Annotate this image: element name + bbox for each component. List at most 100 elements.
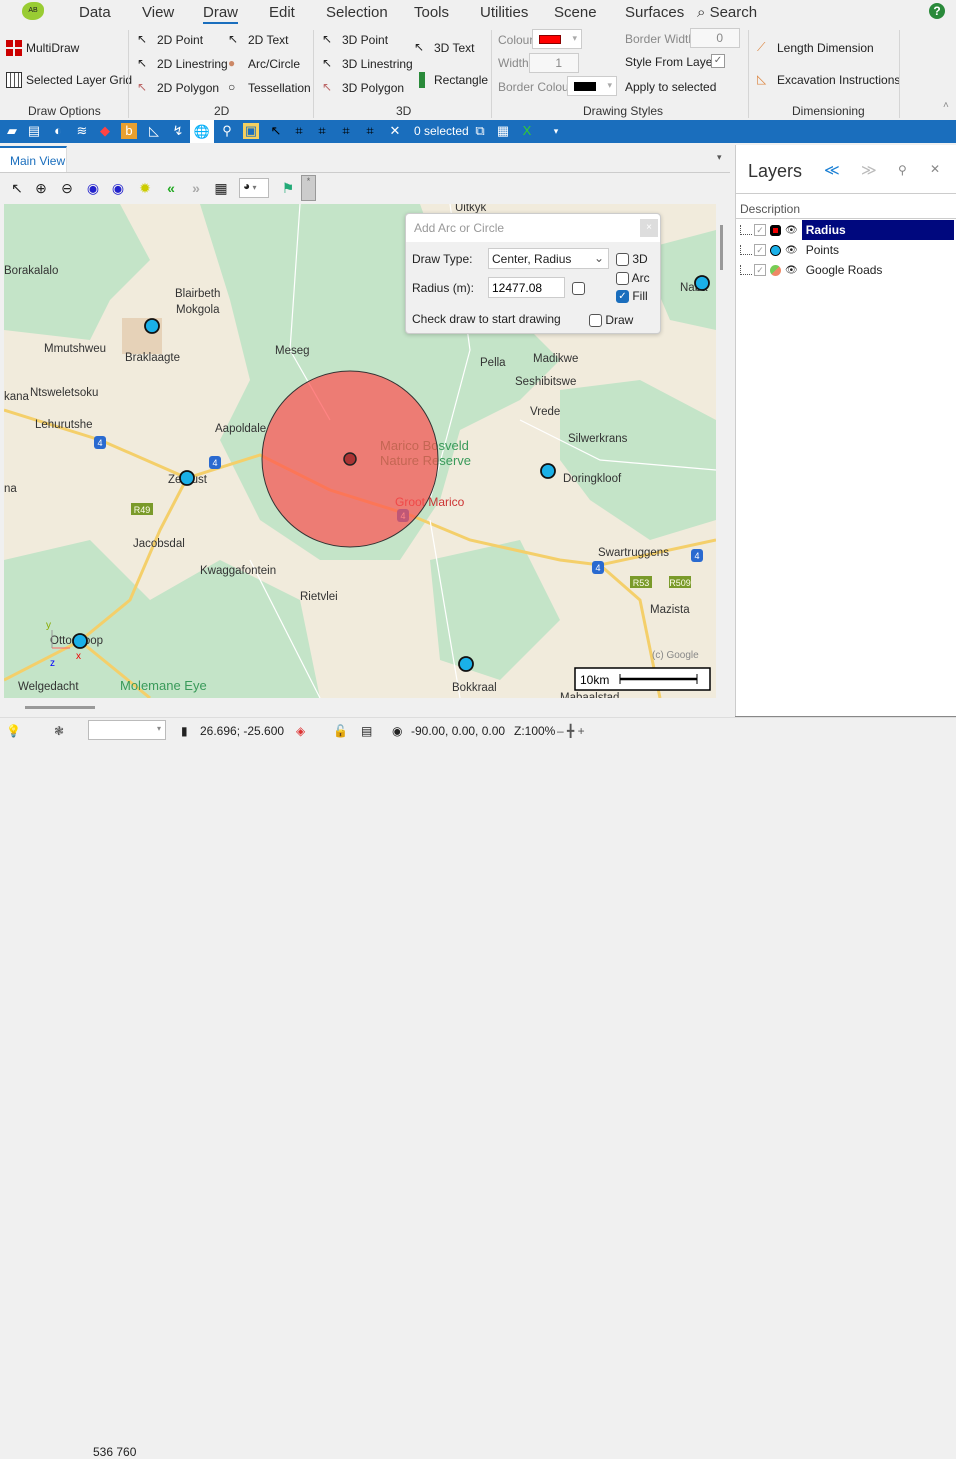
next-extent-icon[interactable]: » [188, 180, 204, 196]
menu-data[interactable]: Data [79, 4, 111, 21]
length-dimension-button[interactable]: ⟋ Length Dimension [757, 40, 874, 56]
3d-text-button[interactable]: ↖ 3D Text [414, 40, 474, 56]
eye-icon[interactable]: 👁 [785, 245, 798, 256]
draw-checkbox[interactable]: Draw [589, 313, 633, 328]
fill-checkbox[interactable]: ✓ Fill [616, 289, 648, 304]
select-circle-icon[interactable]: ⌗ [314, 123, 330, 139]
menu-selection[interactable]: Selection [326, 4, 388, 21]
palette-icon[interactable]: ◐ [50, 123, 66, 139]
previous-extent-icon[interactable]: « [163, 180, 179, 196]
layer-visible-checkbox[interactable]: ✓ [754, 264, 766, 276]
select-rectangle-icon[interactable]: ⌗ [291, 123, 307, 139]
excavation-instructions-button[interactable]: ◺ Excavation Instructions [757, 72, 900, 88]
menu-draw[interactable]: Draw [203, 4, 239, 24]
deselect-icon[interactable]: ⌗ [362, 123, 378, 139]
lightbulb-icon[interactable]: 💡 [6, 724, 21, 738]
map-point[interactable] [540, 463, 556, 479]
border-colour-picker[interactable]: ▾ [567, 76, 617, 96]
map-point[interactable] [179, 470, 195, 486]
layer-item[interactable]: ✓ 👁 Points [738, 240, 954, 260]
layer-item[interactable]: ✓ 👁 Google Roads [738, 260, 954, 280]
3d-checkbox[interactable]: 3D [616, 252, 648, 267]
settings-gear-icon[interactable]: ✹ [137, 180, 153, 196]
zoom-in-icon[interactable]: ⊕ [33, 180, 49, 196]
measure-angle-icon[interactable]: ◺ [146, 123, 162, 139]
menu-surfaces[interactable]: Surfaces [625, 4, 684, 21]
unlock-icon[interactable]: 🔓 [333, 724, 348, 738]
2d-polygon-button[interactable]: ↖ 2D Polygon [137, 80, 219, 96]
close-panel-icon[interactable]: ✕ [930, 162, 940, 176]
selected-layer-grid-button[interactable]: Selected Layer Grid [6, 72, 132, 88]
apply-to-selected-button[interactable]: Apply to selected [625, 80, 716, 94]
pinecone-icon[interactable]: ❃ [54, 724, 64, 738]
report-icon[interactable]: ▤ [26, 123, 42, 139]
layer-item[interactable]: ✓ 👁 Radius [738, 220, 954, 240]
layer-visible-checkbox[interactable]: ✓ [754, 224, 766, 236]
toolbar-overflow-icon[interactable]: ▾ [548, 123, 564, 139]
pin-icon[interactable]: ⚲ [898, 163, 907, 177]
rectangle-button[interactable]: Rectangle [414, 72, 488, 88]
globe-full-icon[interactable]: ◉ [110, 180, 126, 196]
search-button[interactable]: ⌕ Search [697, 4, 757, 21]
map-point[interactable] [458, 656, 474, 672]
border-width-spinner[interactable]: 0 [690, 28, 740, 48]
globe-extent-icon[interactable]: ◉ [85, 180, 101, 196]
collapse-left-icon[interactable]: ≪ [824, 161, 840, 179]
globe-icon[interactable]: 🌐 [190, 120, 214, 143]
attribute-table-icon[interactable]: ▦ [495, 123, 511, 139]
clear-selection-icon[interactable]: ✕ [387, 123, 403, 139]
arc-checkbox[interactable]: Arc [616, 271, 650, 286]
select-point-icon[interactable]: ↖ [268, 123, 284, 139]
layers-icon[interactable]: ≋ [74, 123, 90, 139]
circle-center-point[interactable] [343, 452, 357, 466]
3d-linestring-button[interactable]: ↖ 3D Linestring [322, 56, 413, 72]
frame-icon[interactable]: ▣ [243, 123, 259, 139]
map-vertical-scrollbar[interactable] [720, 225, 723, 270]
zoom-to-selection-icon[interactable]: ⧉ [472, 123, 488, 139]
multidraw-button[interactable]: MultiDraw [6, 40, 79, 56]
2d-point-button[interactable]: ↖ 2D Point [137, 32, 203, 48]
menu-view[interactable]: View [142, 4, 174, 21]
map-point[interactable] [694, 275, 710, 291]
help-button[interactable]: ? [929, 3, 945, 19]
select-polygon-icon[interactable]: ⌗ [338, 123, 354, 139]
bing-icon[interactable]: b [121, 123, 137, 139]
3d-point-button[interactable]: ↖ 3D Point [322, 32, 388, 48]
dialog-close-button[interactable]: × [640, 219, 658, 237]
arc-circle-button[interactable]: ● Arc/Circle [228, 56, 300, 72]
zoom-out-icon[interactable]: ⊖ [59, 180, 75, 196]
scale-select[interactable]: 536 760 ▾ [88, 720, 166, 1459]
location-pin-icon[interactable]: ⚲ [219, 123, 235, 139]
menu-utilities[interactable]: Utilities [480, 4, 528, 21]
axes-icon[interactable]: ↯ [170, 123, 186, 139]
toolbar-more-button[interactable]: * [301, 175, 316, 201]
open-folder-icon[interactable]: ▰ [4, 123, 20, 139]
zoom-slider[interactable]: – ╋ + [557, 724, 585, 738]
bookmark-icon[interactable]: ⚑ [280, 180, 296, 196]
map-horizontal-scrollbar[interactable] [25, 706, 95, 709]
google-maps-icon[interactable]: ◆ [97, 123, 113, 139]
menu-tools[interactable]: Tools [414, 4, 449, 21]
map-point[interactable] [144, 318, 160, 334]
radius-input[interactable] [488, 277, 565, 298]
draw-type-select[interactable]: Center, Radius ⌄ [488, 248, 609, 269]
style-from-layer-checkbox[interactable]: ✓ [711, 54, 725, 68]
menu-scene[interactable]: Scene [554, 4, 597, 21]
expand-right-icon[interactable]: ≫ [861, 161, 877, 179]
3d-polygon-button[interactable]: ↖ 3D Polygon [322, 80, 404, 96]
radius-lock-checkbox[interactable] [572, 281, 585, 296]
eye-icon[interactable]: 👁 [785, 265, 798, 276]
map-point[interactable] [72, 633, 88, 649]
tab-main-view[interactable]: Main View [0, 146, 67, 172]
compass-icon[interactable]: ◈ [296, 724, 305, 738]
pointer-icon[interactable]: ↖ [9, 180, 25, 196]
menu-edit[interactable]: Edit [269, 4, 295, 21]
eye-icon[interactable]: 👁 [785, 225, 798, 236]
layer-visible-checkbox[interactable]: ✓ [754, 244, 766, 256]
colour-picker[interactable]: ▾ [532, 29, 582, 49]
tab-list-dropdown[interactable]: ▾ [717, 152, 722, 163]
collapse-ribbon-icon[interactable]: ˄ [943, 100, 949, 111]
tessellation-button[interactable]: ○ Tessellation [228, 80, 311, 96]
excel-export-icon[interactable]: X [519, 123, 535, 139]
2d-text-button[interactable]: ↖ 2D Text [228, 32, 288, 48]
